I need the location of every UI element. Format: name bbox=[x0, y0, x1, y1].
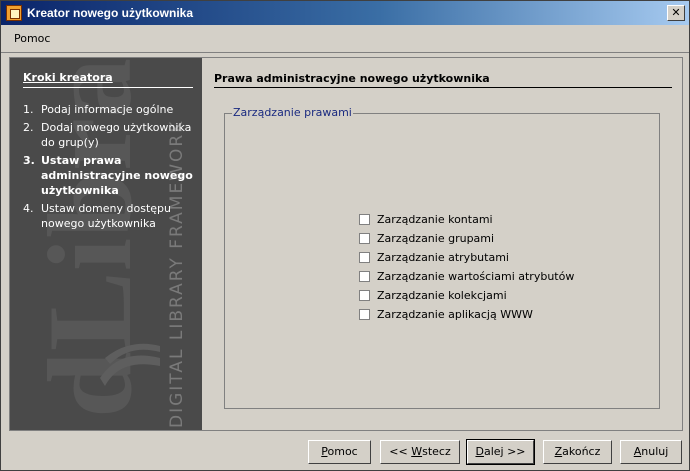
step-label: Ustaw prawa administracyjne nowego użytk… bbox=[41, 154, 193, 197]
title-bar[interactable]: Kreator nowego użytkownika ✕ bbox=[1, 1, 689, 25]
wizard-window: Kreator nowego użytkownika ✕ Pomoc dLibr… bbox=[0, 0, 690, 471]
checkbox-label[interactable]: Zarządzanie wartościami atrybutów bbox=[377, 270, 574, 283]
next-button[interactable]: Dalej >> bbox=[466, 439, 535, 465]
cancel-button[interactable]: Anuluj bbox=[620, 440, 682, 464]
menu-help[interactable]: Pomoc bbox=[14, 32, 50, 45]
step-3-current: 3. Ustaw prawa administracyjne nowego uż… bbox=[23, 153, 193, 198]
checkbox-label[interactable]: Zarządzanie grupami bbox=[377, 232, 494, 245]
checkbox-label[interactable]: Zarządzanie kolekcjami bbox=[377, 289, 507, 302]
step-4: 4. Ustaw domeny dostępu nowego użytkowni… bbox=[23, 201, 193, 231]
wizard-sidebar: dLibra DIGITAL LIBRARY FRAMEWORK Kroki k… bbox=[10, 58, 202, 430]
checkbox-box[interactable] bbox=[359, 309, 370, 320]
step-label: Podaj informacje ogólne bbox=[41, 103, 174, 116]
checkbox-box[interactable] bbox=[359, 290, 370, 301]
back-button[interactable]: << Wstecz bbox=[380, 440, 460, 464]
help-button[interactable]: Pomoc bbox=[308, 440, 371, 464]
step-number: 2. bbox=[23, 121, 34, 134]
rights-group-legend: Zarządzanie prawami bbox=[232, 106, 353, 119]
finish-button[interactable]: Zakończ bbox=[543, 440, 612, 464]
rights-group: Zarządzanie prawami Zarządzanie kontami … bbox=[224, 106, 660, 409]
checkbox-label[interactable]: Zarządzanie atrybutami bbox=[377, 251, 509, 264]
wizard-content: dLibra DIGITAL LIBRARY FRAMEWORK Kroki k… bbox=[9, 57, 683, 431]
wizard-main-panel: Prawa administracyjne nowego użytkownika… bbox=[202, 58, 682, 430]
app-icon bbox=[6, 5, 22, 21]
window-title: Kreator nowego użytkownika bbox=[27, 6, 194, 20]
step-label: Dodaj nowego użytkownika do grup(y) bbox=[41, 121, 192, 149]
close-button[interactable]: ✕ bbox=[667, 5, 685, 21]
step-1: 1. Podaj informacje ogólne bbox=[23, 102, 193, 117]
checkbox-box[interactable] bbox=[359, 214, 370, 225]
menu-bar: Pomoc bbox=[1, 25, 689, 53]
checkbox-box[interactable] bbox=[359, 233, 370, 244]
step-label: Ustaw domeny dostępu nowego użytkownika bbox=[41, 202, 171, 230]
step-number: 4. bbox=[23, 202, 34, 215]
steps-list: 1. Podaj informacje ogólne 2. Dodaj nowe… bbox=[23, 102, 193, 234]
checkbox-box[interactable] bbox=[359, 271, 370, 282]
page-title: Prawa administracyjne nowego użytkownika bbox=[214, 72, 672, 88]
checkbox-label[interactable]: Zarządzanie aplikacją WWW bbox=[377, 308, 533, 321]
step-number: 1. bbox=[23, 103, 34, 116]
steps-heading: Kroki kreatora bbox=[23, 71, 193, 88]
step-2: 2. Dodaj nowego użytkownika do grup(y) bbox=[23, 120, 193, 150]
step-number: 3. bbox=[23, 154, 35, 167]
checkbox-box[interactable] bbox=[359, 252, 370, 263]
checkbox-label[interactable]: Zarządzanie kontami bbox=[377, 213, 493, 226]
